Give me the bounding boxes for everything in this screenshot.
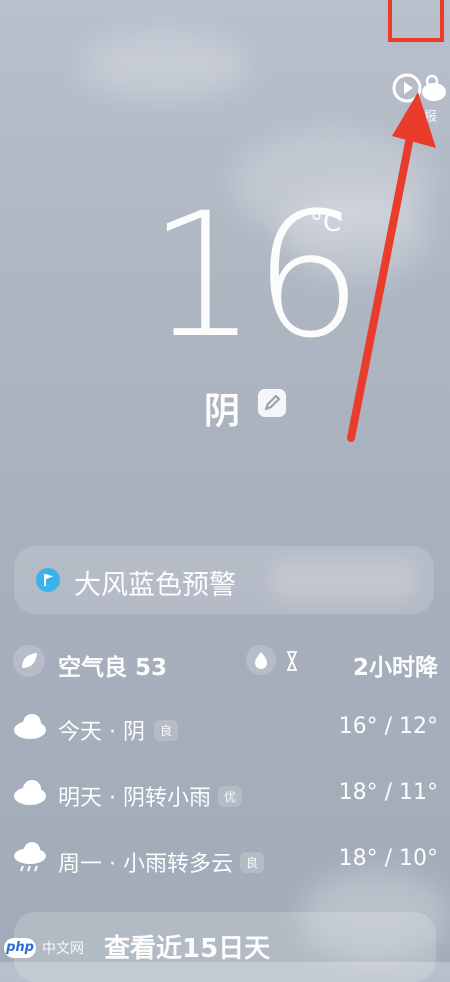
annotation-arrow-icon bbox=[347, 92, 436, 442]
